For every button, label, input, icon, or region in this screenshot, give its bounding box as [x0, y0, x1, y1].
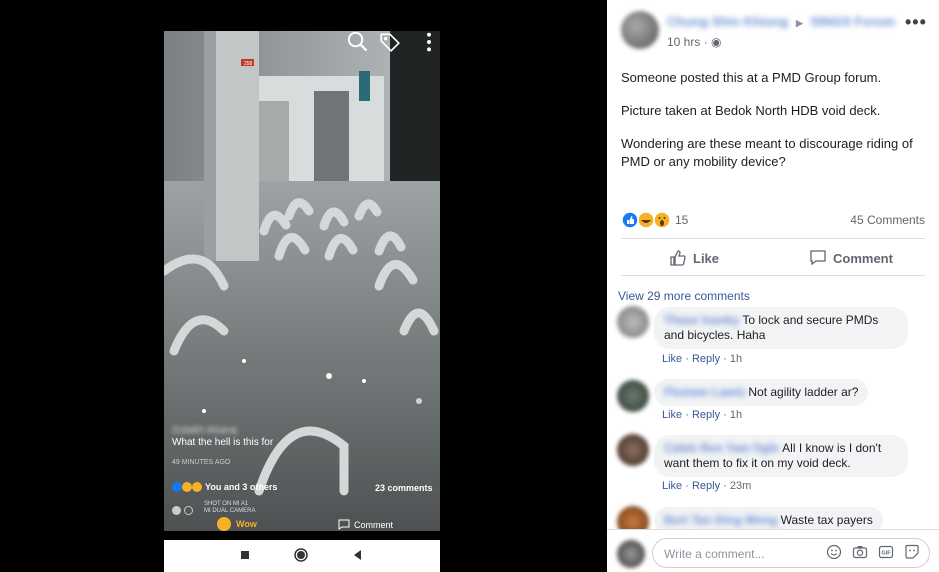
photo-wow-label: Wow: [236, 519, 257, 529]
post-author-line: Chung Shin Khiong ▶ SINGS Forum: [667, 14, 895, 29]
comment-like-link[interactable]: Like: [662, 353, 682, 365]
comment-icon: [810, 250, 826, 266]
photo-time: 49 MINUTES AGO: [172, 459, 231, 466]
post-time: 10 hrs · ◉: [667, 35, 722, 49]
comment-meta: Like · Reply · 23m: [662, 480, 752, 492]
divider-bottom: [621, 275, 925, 276]
comment-label: Comment: [833, 250, 893, 266]
comment-bubble: Caleb Ren Yaw Ogle All I know is I don't …: [654, 435, 908, 477]
comment-reply-link[interactable]: Reply: [692, 409, 720, 421]
comment-like-link[interactable]: Like: [662, 409, 682, 421]
comment-avatar[interactable]: [617, 434, 649, 466]
reaction-emoji-icons: [621, 211, 671, 229]
like-button[interactable]: Like: [669, 249, 719, 267]
comment-time[interactable]: 23m: [730, 480, 751, 492]
reaction-icons[interactable]: [621, 211, 671, 229]
reaction-count[interactable]: 15: [675, 213, 688, 227]
watermark-line-2: MI DUAL CAMERA: [204, 508, 256, 514]
comment-text: Waste tax payers: [780, 513, 873, 527]
comment-text: Not agility ladder ar?: [748, 385, 859, 399]
comment-button[interactable]: Comment: [809, 249, 893, 267]
comment-input-placeholder: Write a comment...: [664, 547, 765, 561]
commenter-name[interactable]: Caleb Ren Yaw Ogle: [664, 441, 779, 455]
like-label: Like: [693, 250, 720, 266]
back-icon[interactable]: [353, 549, 363, 561]
overflow-menu-icon[interactable]: [418, 31, 440, 53]
comment-avatar[interactable]: [617, 380, 649, 412]
globe-icon: ◉: [711, 35, 722, 49]
author-name[interactable]: Chung Shin Khiong: [667, 14, 788, 29]
watermark-line-1: SHOT ON MI A1: [204, 501, 249, 507]
photo-void-deck: 258: [164, 31, 440, 531]
caret-right-icon: ▶: [795, 18, 803, 28]
android-nav-bar: [164, 540, 440, 572]
thumbs-up-icon: [670, 250, 686, 266]
post-text-1: Someone posted this at a PMD Group forum…: [621, 70, 882, 85]
author-avatar[interactable]: [621, 11, 659, 49]
photo-reactions-label: You and 3 others: [205, 482, 278, 492]
sticker-icon[interactable]: [904, 544, 920, 560]
photo-comment-button[interactable]: Comment: [338, 519, 393, 530]
comment-meta: Like · Reply · 1h: [662, 353, 743, 365]
recents-icon[interactable]: [240, 549, 250, 561]
phone-screenshot[interactable]: 258 Zulaikh Aisaraj What the hell is thi…: [164, 31, 440, 572]
like-reaction-icon: [172, 482, 182, 492]
comment-time[interactable]: 1h: [730, 409, 742, 421]
comment-composer: Write a comment... GIF: [607, 529, 939, 572]
photo-comment-label: Comment: [354, 519, 394, 530]
search-icon[interactable]: [347, 31, 369, 53]
comment-avatar[interactable]: [617, 306, 649, 338]
photo-viewer: 258 Zulaikh Aisaraj What the hell is thi…: [0, 0, 607, 572]
photo-reactions[interactable]: You and 3 others: [172, 482, 277, 492]
photo-wow-button[interactable]: Wow: [217, 517, 257, 531]
gif-icon[interactable]: GIF: [878, 544, 894, 560]
photo-poster-name: Zulaikh Aisaraj: [172, 425, 238, 436]
composer-avatar: [617, 540, 645, 568]
home-icon[interactable]: [294, 548, 308, 562]
post-text-2: Picture taken at Bedok North HDB void de…: [621, 103, 881, 118]
wow-reaction-icon: [192, 482, 202, 492]
haha-reaction-icon: [182, 482, 192, 492]
comment-time[interactable]: 1h: [730, 353, 742, 365]
group-name[interactable]: SINGS Forum: [810, 14, 895, 29]
wow-emoji-icon: [217, 517, 231, 531]
commenter-name[interactable]: Flumwe Lawis: [664, 385, 745, 399]
photo-comments-count[interactable]: 23 comments: [375, 483, 433, 493]
comment-bubble: Flumwe Lawis Not agility ladder ar?: [654, 379, 869, 406]
comment-bubble: Thase Ivanky To lock and secure PMDs and …: [654, 307, 908, 349]
photo-caption: What the hell is this for: [172, 437, 274, 448]
commenter-name[interactable]: Bert Tan Ding Weng: [664, 513, 778, 527]
sign-label: 258: [244, 61, 253, 67]
photo-pager-dots: [172, 506, 193, 515]
post-time-label[interactable]: 10 hrs ·: [667, 35, 711, 49]
comment-reply-link[interactable]: Reply: [692, 480, 720, 492]
comment-like-link[interactable]: Like: [662, 480, 682, 492]
tag-icon[interactable]: [379, 31, 401, 53]
svg-text:GIF: GIF: [881, 551, 891, 557]
commenter-name[interactable]: Thase Ivanky: [664, 313, 739, 327]
view-more-comments[interactable]: View 29 more comments: [618, 289, 750, 303]
emoji-icon[interactable]: [826, 544, 842, 560]
comment-meta: Like · Reply · 1h: [662, 409, 743, 421]
more-options-icon[interactable]: •••: [905, 12, 927, 33]
comment-bubble-icon: [338, 519, 350, 530]
camera-watermark: SHOT ON MI A1 MI DUAL CAMERA: [204, 501, 255, 515]
camera-icon[interactable]: [852, 544, 868, 560]
post-text-3: Wondering are these meant to discourage …: [621, 136, 913, 169]
comment-reply-link[interactable]: Reply: [692, 353, 720, 365]
divider-top: [621, 238, 925, 239]
post-panel: Chung Shin Khiong ▶ SINGS Forum 10 hrs ·…: [607, 0, 939, 572]
comments-count[interactable]: 45 Comments: [850, 213, 925, 227]
